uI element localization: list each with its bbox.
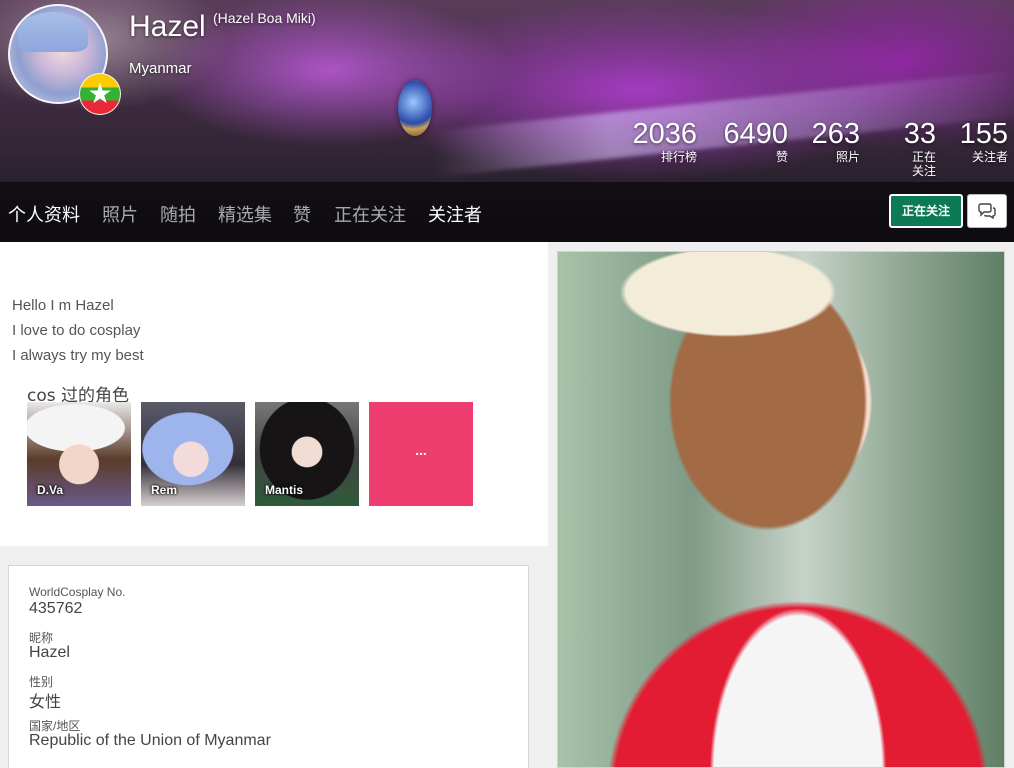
tab-photos[interactable]: 照片 (102, 201, 138, 227)
stat-value: 155 (959, 118, 1008, 150)
header-cover-gem (398, 80, 432, 136)
stat-value: 6490 (723, 118, 788, 150)
message-button[interactable] (967, 194, 1007, 228)
role-name: D.Va (37, 483, 64, 497)
profile-info-panel: WorldCosplay No. 435762 昵称 Hazel 性别 女性 国… (8, 565, 529, 768)
role-name: Mantis (265, 483, 304, 497)
tab-profile[interactable]: 个人资料 (8, 201, 80, 227)
profile-country: Myanmar (129, 60, 192, 77)
role-card-dva[interactable]: D.Va (27, 402, 131, 506)
tab-collections[interactable]: 精选集 (218, 201, 272, 227)
profile-nav (0, 182, 1014, 242)
profile-name: Hazel (129, 10, 206, 43)
stat-value: 33 (903, 118, 936, 150)
tab-followers[interactable]: 关注者 (428, 201, 482, 227)
stat-label: 照片 (835, 150, 860, 164)
info-value-country: Republic of the Union of Myanmar (29, 732, 271, 749)
tab-likes[interactable]: 赞 (293, 201, 311, 227)
bio-line: I love to do cosplay (12, 322, 141, 339)
role-more-button[interactable]: ... (369, 402, 473, 506)
profile-alt-name: (Hazel Boa Miki) (213, 10, 316, 26)
chat-bubbles-icon (978, 203, 996, 220)
stat-photos[interactable]: 263 照片 (812, 118, 860, 164)
role-card-mantis[interactable]: Mantis (255, 402, 359, 506)
featured-photo[interactable] (557, 251, 1005, 768)
info-value-number: 435762 (29, 600, 83, 617)
role-name: Rem (151, 483, 178, 497)
stat-followers[interactable]: 155 关注者 (960, 118, 1008, 164)
myanmar-flag-icon: ★ (79, 73, 121, 115)
stat-value: 2036 (632, 118, 697, 150)
info-value-nickname: Hazel (29, 644, 70, 661)
stat-following[interactable]: 33 正在关注 (904, 118, 936, 178)
stat-value: 263 (811, 118, 860, 150)
more-label: ... (415, 442, 427, 458)
tab-following[interactable]: 正在关注 (334, 201, 406, 227)
tab-snaps[interactable]: 随拍 (160, 201, 196, 227)
stat-likes[interactable]: 6490 赞 (723, 118, 788, 164)
info-label-number: WorldCosplay No. (29, 585, 126, 599)
role-card-rem[interactable]: Rem (141, 402, 245, 506)
following-button[interactable]: 正在关注 (889, 194, 963, 228)
stat-label: 排行榜 (660, 150, 697, 164)
stat-label: 赞 (775, 150, 788, 164)
bio-line: I always try my best (12, 347, 144, 364)
info-value-gender: 女性 (29, 694, 62, 711)
stat-label: 关注者 (971, 150, 1008, 164)
stat-ranking[interactable]: 2036 排行榜 (632, 118, 697, 164)
stat-label: 正在关注 (911, 150, 936, 178)
bio-panel: Hello I m Hazel I love to do cosplay I a… (0, 242, 548, 546)
bio-line: Hello I m Hazel (12, 297, 114, 314)
